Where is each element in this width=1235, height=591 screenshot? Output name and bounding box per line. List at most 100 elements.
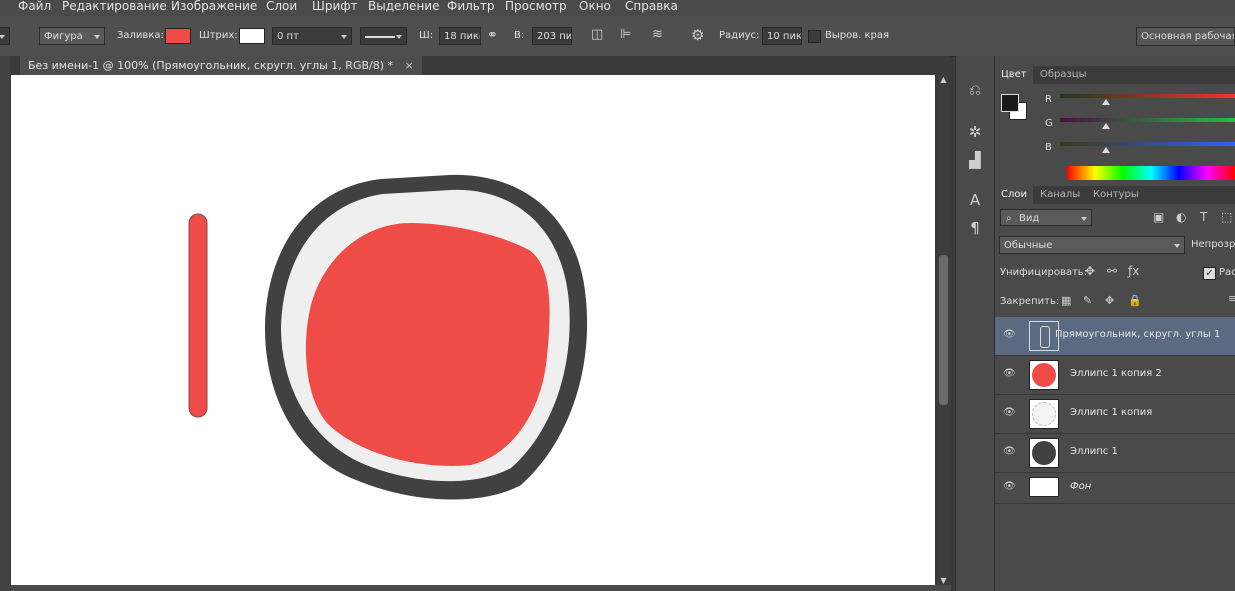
layer-row[interactable]: 👁 Фон	[995, 473, 1235, 504]
channel-r-thumb[interactable]	[1102, 99, 1110, 105]
scroll-down-arrow-icon[interactable]: ▼	[939, 576, 948, 585]
filter-shape-icon[interactable]: ⬚	[1221, 210, 1232, 224]
layer-row[interactable]: 👁 Прямоугольник, скругл. углы 1	[995, 317, 1235, 356]
stroke-width-input[interactable]: 0 пт	[272, 27, 352, 45]
layer-filter-select[interactable]: ⌕ Вид	[1000, 209, 1092, 226]
layer-row[interactable]: 👁 Эллипс 1	[995, 434, 1235, 473]
radius-input[interactable]: 10 пикс	[762, 27, 802, 45]
menu-image[interactable]: Изображение	[171, 0, 257, 13]
canvas-vertical-scrollbar[interactable]: ▲ ▼	[937, 75, 950, 585]
line-style-preview	[365, 36, 395, 38]
foreground-color-swatch[interactable]	[1001, 94, 1019, 112]
layer-row[interactable]: 👁 Эллипс 1 копия	[995, 395, 1235, 434]
rounded-rectangle-shape[interactable]	[188, 213, 208, 418]
menu-edit[interactable]: Редактирование	[62, 0, 167, 13]
stroke-type-select[interactable]	[360, 27, 407, 45]
channel-g-slider[interactable]	[1060, 118, 1235, 129]
layers-panel-tabs: Слои Каналы Контуры	[995, 186, 1235, 204]
menu-file[interactable]: Файл	[18, 0, 51, 13]
lock-pixels-icon[interactable]: ✎	[1083, 294, 1092, 307]
fill-swatch[interactable]	[165, 28, 191, 44]
gear-icon[interactable]: ⚙	[691, 26, 704, 44]
character-icon[interactable]: A	[965, 190, 985, 210]
align-edges-checkbox[interactable]	[808, 30, 821, 43]
layer-thumbnail	[1029, 477, 1059, 497]
layer-row[interactable]: 👁 Эллипс 1 копия 2	[995, 356, 1235, 395]
lock-label: Закрепить:	[1000, 296, 1060, 307]
layer-name: Прямоугольник, скругл. углы 1	[1055, 329, 1221, 340]
workspace-switcher[interactable]: Основная рабочая с	[1136, 27, 1235, 46]
channel-b-thumb[interactable]	[1102, 147, 1110, 153]
fill-label: Заливка:	[117, 30, 164, 41]
tool-preset-picker[interactable]	[0, 27, 10, 45]
channel-g-thumb[interactable]	[1102, 123, 1110, 129]
filter-adjustment-icon[interactable]: ◐	[1176, 210, 1186, 224]
scrollbar-thumb[interactable]	[939, 255, 948, 405]
layer-name: Эллипс 1	[1070, 446, 1118, 457]
scroll-up-arrow-icon[interactable]: ▲	[939, 75, 948, 84]
menu-select[interactable]: Выделение	[368, 0, 439, 13]
menu-layers[interactable]: Слои	[266, 0, 297, 13]
document-tab-bar: Без имени-1 @ 100% (Прямоугольник, скруг…	[10, 56, 950, 76]
panel-dock-strip: ⎌ ✲ ▟ A ¶	[955, 56, 995, 591]
width-input[interactable]: 18 пикс	[439, 27, 481, 45]
right-panels: Цвет Образцы R G B Слои Каналы Контуры ⌕…	[995, 56, 1235, 591]
panel-menu-icon[interactable]: ≡	[1228, 292, 1235, 305]
tab-layers[interactable]: Слои	[995, 186, 1033, 204]
channel-b-slider[interactable]	[1060, 142, 1235, 153]
ellipse-1-copy-2-shape[interactable]	[305, 223, 550, 466]
tab-paths[interactable]: Контуры	[1087, 186, 1145, 204]
close-icon[interactable]: ×	[405, 59, 414, 72]
ellipse-thumb-icon	[1032, 402, 1056, 426]
menu-help[interactable]: Справка	[625, 0, 678, 13]
tab-swatches[interactable]: Образцы	[1034, 66, 1093, 84]
opacity-label: Непрозра	[1191, 239, 1235, 250]
color-spectrum-ramp[interactable]	[1067, 166, 1235, 180]
lock-transparent-icon[interactable]: ▦	[1061, 294, 1071, 307]
color-panel-tabs: Цвет Образцы	[995, 66, 1235, 84]
path-alignment-icon[interactable]: ⊫	[620, 27, 631, 42]
tab-channels[interactable]: Каналы	[1034, 186, 1086, 204]
histogram-icon[interactable]: ▟	[965, 150, 985, 170]
visibility-eye-icon[interactable]: 👁	[1003, 481, 1017, 493]
shape-mode-select[interactable]: Фигура	[39, 27, 105, 45]
lock-all-icon[interactable]: 🔒	[1128, 294, 1142, 307]
menu-type[interactable]: Шрифт	[312, 0, 358, 13]
visibility-eye-icon[interactable]: 👁	[1003, 368, 1017, 380]
status-bar	[11, 585, 951, 591]
menu-filter[interactable]: Фильтр	[447, 0, 494, 13]
filter-pixel-icon[interactable]: ▣	[1153, 210, 1164, 224]
stroke-swatch[interactable]	[239, 28, 265, 44]
height-input[interactable]: 203 пикс	[532, 27, 572, 45]
menu-window[interactable]: Окно	[579, 0, 611, 13]
document-canvas[interactable]	[11, 75, 935, 585]
paragraph-icon[interactable]: ¶	[965, 218, 985, 238]
align-edges-label: Выров. края	[825, 30, 890, 41]
propagate-frame-checkbox[interactable]: ✓	[1203, 267, 1216, 280]
channel-r-slider[interactable]	[1060, 94, 1235, 105]
filter-type-icon[interactable]: T	[1200, 210, 1207, 224]
unify-style-icon[interactable]: ƒx	[1128, 264, 1139, 278]
path-operations-icon[interactable]: ◫	[591, 27, 603, 42]
document-tab[interactable]: Без имени-1 @ 100% (Прямоугольник, скруг…	[20, 56, 422, 76]
navigator-icon[interactable]: ✲	[965, 122, 985, 142]
visibility-eye-icon[interactable]: 👁	[1003, 329, 1017, 341]
tab-color[interactable]: Цвет	[995, 66, 1033, 84]
history-icon[interactable]: ⎌	[965, 80, 985, 100]
shape-thumb-icon	[1040, 326, 1050, 348]
channel-g-label: G	[1045, 118, 1053, 129]
path-arrangement-icon[interactable]: ≋	[652, 27, 663, 42]
visibility-eye-icon[interactable]: 👁	[1003, 446, 1017, 458]
link-icon[interactable]: ⚭	[487, 28, 498, 43]
unify-position-icon[interactable]: ✥	[1085, 264, 1095, 278]
unify-visibility-icon[interactable]: ⚯	[1107, 264, 1117, 278]
blend-mode-select[interactable]: Обычные	[999, 236, 1185, 254]
layer-thumbnail	[1029, 360, 1059, 390]
channel-r-label: R	[1045, 94, 1052, 105]
visibility-eye-icon[interactable]: 👁	[1003, 407, 1017, 419]
menu-view[interactable]: Просмотр	[505, 0, 567, 13]
height-label: В:	[514, 30, 525, 41]
lock-position-icon[interactable]: ✥	[1105, 294, 1114, 307]
tools-panel	[0, 56, 10, 591]
ellipse-thumb-icon	[1032, 363, 1056, 387]
